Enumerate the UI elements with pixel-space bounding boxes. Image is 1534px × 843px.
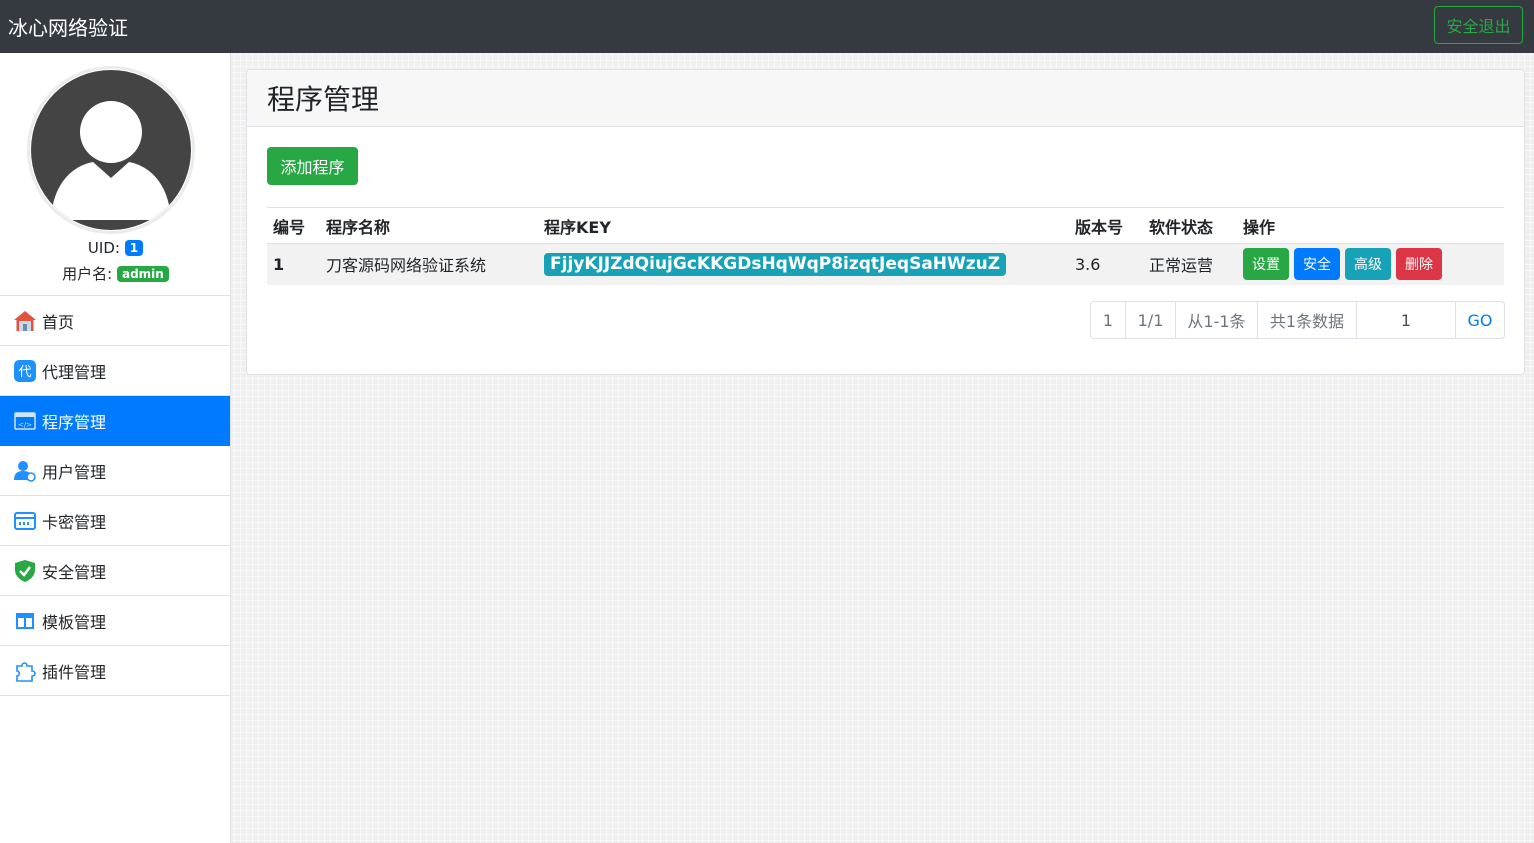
row-key-cell: FjjyKJJZdQiujGcKKGDsHqWqP8izqtJeqSaHWzuZ	[538, 243, 1069, 285]
delete-button[interactable]: 删除	[1396, 248, 1442, 281]
pagination: 1 1/1 从1-1条 共1条数据 GO	[1090, 301, 1505, 339]
pager-range: 从1-1条	[1176, 302, 1258, 338]
sidebar-item-card[interactable]: 卡密管理	[0, 496, 230, 546]
program-table: 编号 程序名称 程序KEY 版本号 软件状态 操作 1 刀客源码网络验证系统 F…	[267, 207, 1504, 285]
agent-icon: 代	[13, 359, 37, 383]
program-key-badge[interactable]: FjjyKJJZdQiujGcKKGDsHqWqP8izqtJeqSaHWzuZ	[544, 252, 1007, 276]
settings-button[interactable]: 设置	[1243, 248, 1289, 281]
col-key-header: 程序KEY	[538, 207, 1069, 244]
sidebar-item-template[interactable]: 模板管理	[0, 596, 230, 646]
add-program-button[interactable]: 添加程序	[267, 147, 358, 185]
sidebar-item-label: 插件管理	[42, 662, 107, 682]
table-row: 1 刀客源码网络验证系统 FjjyKJJZdQiujGcKKGDsHqWqP8i…	[267, 243, 1504, 285]
col-actions-header: 操作	[1237, 207, 1504, 244]
pager-jump-input[interactable]	[1357, 302, 1456, 338]
pager-total: 共1条数据	[1258, 302, 1357, 338]
home-icon	[13, 309, 37, 333]
sidebar-item-label: 用户管理	[42, 462, 107, 482]
card-icon	[13, 509, 37, 533]
advanced-button[interactable]: 高级	[1345, 248, 1391, 281]
top-navbar: 冰心网络验证 安全退出	[0, 0, 1534, 53]
col-id-header: 编号	[267, 207, 320, 244]
program-management-card: 程序管理 添加程序 编号 程序名称 程序KEY 版本号 软件状态 操作 1 刀客…	[246, 69, 1525, 375]
sidebar-item-user[interactable]: 用户管理	[0, 446, 230, 496]
avatar	[27, 66, 195, 234]
pager-go-button[interactable]: GO	[1456, 302, 1504, 338]
sidebar-item-label: 模板管理	[42, 612, 107, 632]
sidebar: UID: 1 用户名: admin 首页 代 代理管理 </> 程序管理 用户管…	[0, 53, 231, 843]
sidebar-item-home[interactable]: 首页	[0, 296, 230, 346]
svg-text:</>: </>	[18, 421, 32, 429]
row-status: 正常运营	[1143, 243, 1237, 285]
col-status-header: 软件状态	[1143, 207, 1237, 244]
row-name: 刀客源码网络验证系统	[320, 243, 538, 285]
sidebar-item-label: 首页	[42, 312, 75, 332]
row-actions: 设置 安全 高级 删除	[1237, 243, 1504, 285]
sidebar-item-label: 代理管理	[42, 362, 107, 382]
col-name-header: 程序名称	[320, 207, 538, 244]
program-icon: </>	[13, 409, 37, 433]
profile-panel: UID: 1 用户名: admin	[0, 53, 230, 296]
sidebar-item-security[interactable]: 安全管理	[0, 546, 230, 596]
sidebar-item-label: 程序管理	[42, 412, 107, 432]
col-version-header: 版本号	[1069, 207, 1143, 244]
pager-current-page[interactable]: 1	[1091, 302, 1126, 338]
puzzle-icon	[13, 659, 37, 683]
default-user-avatar-icon	[31, 70, 191, 230]
sidebar-item-agent[interactable]: 代 代理管理	[0, 346, 230, 396]
sidebar-item-label: 卡密管理	[42, 512, 107, 532]
table-header-row: 编号 程序名称 程序KEY 版本号 软件状态 操作	[267, 207, 1504, 244]
page-title: 程序管理	[247, 70, 1524, 127]
sidebar-item-label: 安全管理	[42, 562, 107, 582]
user-icon	[13, 459, 37, 483]
uid-row: UID: 1	[0, 239, 231, 257]
brand-title[interactable]: 冰心网络验证	[8, 12, 128, 41]
row-version: 3.6	[1069, 243, 1143, 285]
template-icon	[13, 609, 37, 633]
uid-badge: 1	[124, 240, 144, 256]
sidebar-item-plugin[interactable]: 插件管理	[0, 646, 230, 696]
security-button[interactable]: 安全	[1294, 248, 1340, 281]
svg-text:代: 代	[18, 365, 31, 380]
logout-button[interactable]: 安全退出	[1434, 6, 1523, 44]
username-label: 用户名:	[62, 265, 113, 283]
shield-check-icon	[13, 559, 37, 583]
uid-label: UID:	[87, 239, 120, 257]
username-row: 用户名: admin	[0, 263, 231, 284]
username-badge: admin	[116, 266, 169, 282]
pager-page-of: 1/1	[1126, 302, 1176, 338]
sidebar-item-program[interactable]: </> 程序管理	[0, 396, 230, 446]
row-id: 1	[267, 243, 320, 285]
